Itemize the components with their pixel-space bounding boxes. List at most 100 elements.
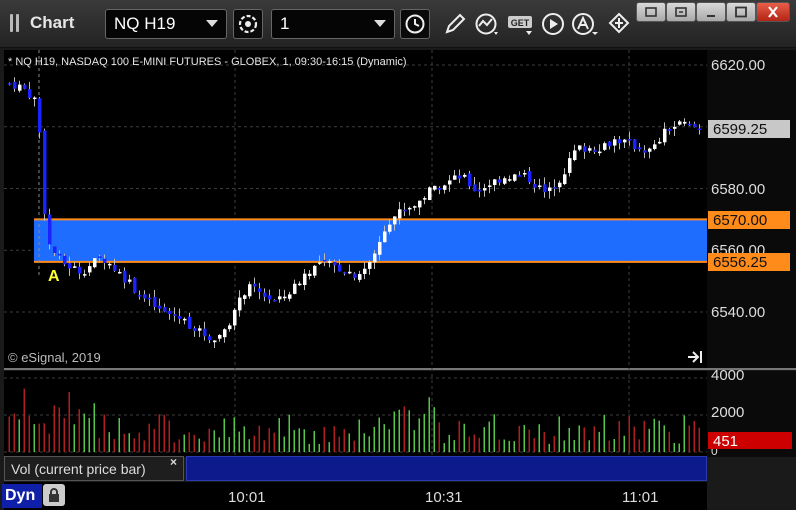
maximize-button[interactable] bbox=[726, 2, 756, 22]
candle-body bbox=[438, 188, 442, 190]
volume-bar bbox=[168, 420, 170, 452]
close-icon bbox=[768, 6, 778, 18]
alert-icon bbox=[572, 13, 598, 35]
volume-bar bbox=[218, 437, 220, 452]
lock-icon[interactable] bbox=[43, 484, 65, 506]
volume-bar bbox=[443, 443, 445, 452]
close-button[interactable] bbox=[756, 2, 790, 22]
chart-header: * NQ H19, NASDAQ 100 E-MINI FUTURES - GL… bbox=[8, 56, 407, 68]
candle-body bbox=[318, 262, 322, 264]
dynamic-label[interactable]: Dyn bbox=[2, 484, 42, 508]
candle-body bbox=[543, 184, 547, 193]
candle-body bbox=[273, 299, 277, 302]
get-data-button[interactable]: GET bbox=[506, 9, 536, 39]
refresh-button[interactable] bbox=[233, 9, 263, 39]
candle-body bbox=[473, 184, 477, 192]
link-button[interactable] bbox=[604, 9, 634, 39]
volume-bar bbox=[378, 417, 380, 452]
volume-bar bbox=[653, 418, 655, 452]
candle-body bbox=[233, 309, 237, 326]
volume-bar bbox=[338, 436, 340, 452]
volume-bar bbox=[128, 433, 130, 452]
draw-button[interactable] bbox=[440, 9, 470, 39]
candle-body bbox=[173, 314, 177, 316]
candle-body bbox=[593, 149, 597, 152]
volume-bar bbox=[78, 409, 80, 452]
candle-body bbox=[268, 295, 272, 300]
candle-body bbox=[308, 273, 312, 277]
play-icon bbox=[542, 13, 564, 35]
symbol-combo[interactable]: NQ H19 bbox=[105, 9, 227, 39]
candle-body bbox=[218, 334, 222, 339]
volume-strip bbox=[186, 456, 707, 481]
candle-body bbox=[673, 126, 677, 129]
volume-bar bbox=[268, 428, 270, 452]
volume-bar bbox=[303, 429, 305, 452]
candle-body bbox=[8, 83, 12, 85]
replay-button[interactable] bbox=[538, 9, 568, 39]
diamond-arrows-icon bbox=[608, 12, 630, 34]
volume-bar bbox=[428, 397, 430, 452]
time-button[interactable] bbox=[400, 9, 430, 39]
volume-bar bbox=[143, 440, 145, 452]
candle-body bbox=[448, 180, 452, 185]
candle-body bbox=[643, 150, 647, 153]
alerts-button[interactable] bbox=[570, 9, 600, 39]
studies-button[interactable] bbox=[472, 9, 502, 39]
candle-body bbox=[408, 207, 412, 210]
candle-body bbox=[483, 188, 487, 191]
candle-body bbox=[413, 206, 417, 208]
candle-body bbox=[78, 266, 82, 274]
close-study-icon[interactable]: × bbox=[170, 455, 177, 469]
price-zone[interactable] bbox=[34, 219, 707, 262]
volume-bar bbox=[418, 418, 420, 452]
restore-button[interactable] bbox=[666, 2, 696, 22]
chart-svg[interactable]: * NQ H19, NASDAQ 100 E-MINI FUTURES - GL… bbox=[0, 48, 796, 510]
candle-body bbox=[328, 261, 332, 263]
interval-combo[interactable]: 1 bbox=[271, 9, 395, 39]
volume-bar bbox=[103, 414, 105, 452]
drag-grip-icon[interactable] bbox=[10, 14, 20, 32]
volume-bar bbox=[678, 443, 680, 452]
volume-bar bbox=[328, 442, 330, 452]
volume-bar bbox=[283, 436, 285, 452]
help-button[interactable] bbox=[636, 2, 666, 22]
volume-bar bbox=[518, 425, 520, 452]
volume-bar bbox=[488, 421, 490, 452]
volume-bar bbox=[208, 428, 210, 452]
candle-body bbox=[663, 128, 667, 143]
volume-bar bbox=[248, 439, 250, 452]
volume-bar bbox=[88, 418, 90, 452]
candle-body bbox=[353, 273, 357, 279]
candle-body bbox=[193, 328, 197, 332]
candle-body bbox=[33, 97, 37, 100]
candle-body bbox=[598, 151, 602, 154]
volume-study-label[interactable]: Vol (current price bar) bbox=[4, 456, 184, 481]
candle-body bbox=[43, 130, 47, 215]
chevron-down-icon bbox=[206, 20, 218, 27]
candle-body bbox=[678, 121, 682, 125]
candle-body bbox=[93, 258, 97, 268]
volume-bar bbox=[513, 441, 515, 452]
volume-bar bbox=[628, 416, 630, 452]
candle-body bbox=[253, 283, 257, 287]
candle-body bbox=[178, 316, 182, 319]
candle-body bbox=[303, 273, 307, 286]
candle-body bbox=[348, 271, 352, 274]
candle-body bbox=[243, 295, 247, 299]
zone-bottom-value: 6556.25 bbox=[713, 254, 767, 271]
candle-body bbox=[188, 316, 192, 329]
candle-body bbox=[658, 141, 662, 144]
minimize-button[interactable] bbox=[696, 2, 726, 22]
volume-bar bbox=[288, 414, 290, 452]
get-icon: GET bbox=[508, 16, 532, 35]
volume-bar bbox=[123, 433, 125, 452]
volume-bar bbox=[493, 414, 495, 452]
volume-bar bbox=[573, 439, 575, 452]
volume-bar bbox=[48, 433, 50, 452]
candle-body bbox=[393, 216, 397, 225]
volume-bar bbox=[73, 424, 75, 452]
candle-body bbox=[468, 173, 472, 187]
volume-bar bbox=[133, 438, 135, 452]
volume-bar bbox=[668, 431, 670, 452]
